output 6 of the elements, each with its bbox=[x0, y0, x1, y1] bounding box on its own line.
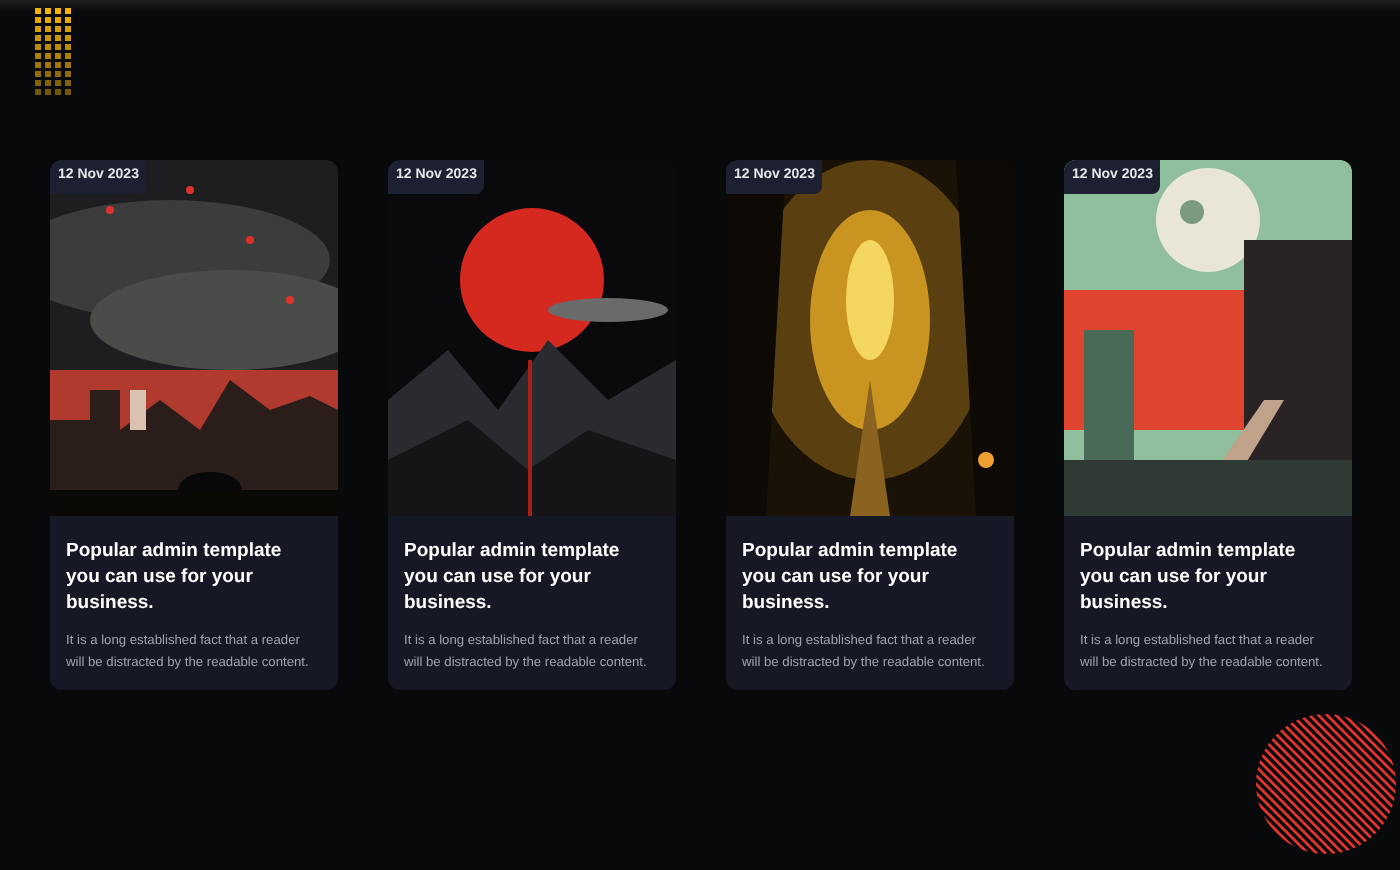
card-title: Popular admin template you can use for your business. bbox=[742, 538, 960, 616]
dot-grid-icon bbox=[34, 8, 72, 96]
card-title: Popular admin template you can use for your business. bbox=[66, 538, 284, 616]
card-title: Popular admin template you can use for your business. bbox=[404, 538, 622, 616]
card-title: Popular admin template you can use for your business. bbox=[1080, 538, 1298, 616]
striped-circle-icon bbox=[1256, 714, 1396, 854]
